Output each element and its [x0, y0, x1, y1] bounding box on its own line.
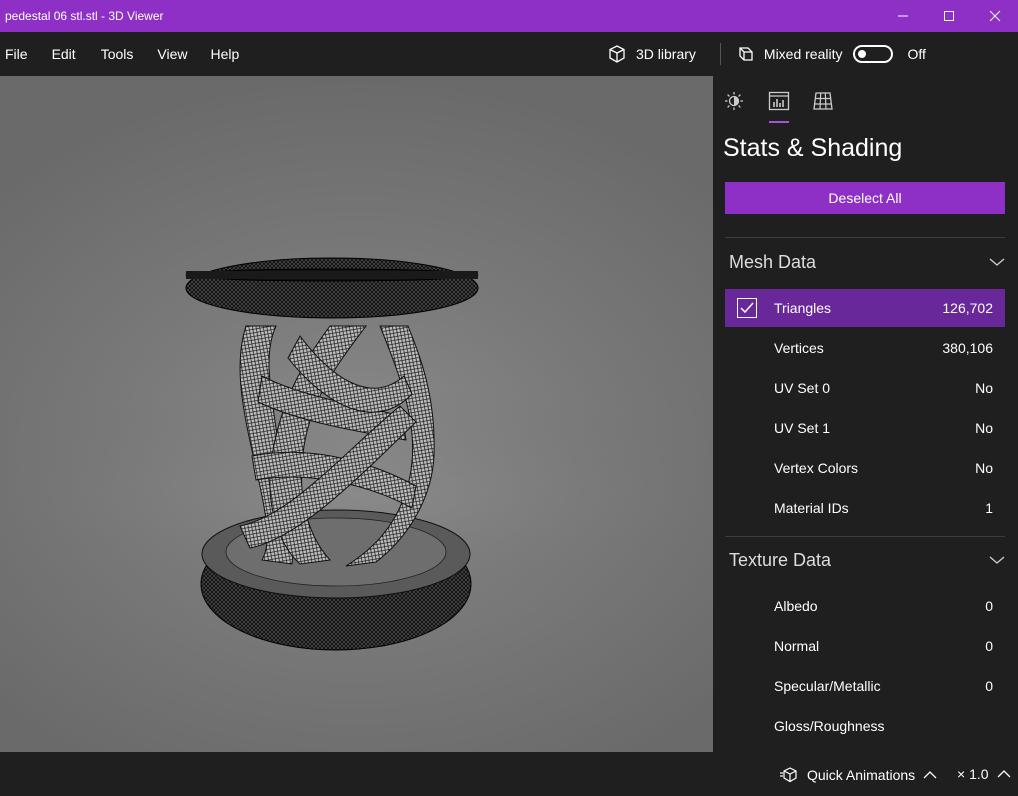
active-tab-indicator	[769, 121, 789, 123]
menu-view[interactable]: View	[157, 46, 187, 62]
chevron-up-icon	[997, 770, 1010, 778]
row-name: Vertex Colors	[774, 460, 859, 476]
row-value: 126,702	[942, 300, 993, 316]
row-value: 0	[985, 678, 993, 694]
toggle-knob	[857, 50, 866, 58]
row-name: Material IDs	[774, 500, 849, 516]
maximize-button[interactable]	[926, 0, 972, 32]
mixed-reality-icon	[739, 47, 753, 61]
tab-grid[interactable]	[812, 90, 834, 112]
tab-lighting[interactable]	[723, 90, 745, 112]
stats-panel: Stats & Shading Deselect All Mesh Data T…	[713, 76, 1018, 752]
animation-cube-icon	[780, 767, 797, 783]
sun-icon	[725, 92, 743, 110]
menu-help[interactable]: Help	[210, 46, 239, 62]
row-name: Triangles	[774, 300, 832, 316]
chevron-up-icon	[923, 771, 937, 779]
texture-row-normal[interactable]: Normal 0	[725, 627, 1005, 665]
menu-tools[interactable]: Tools	[101, 46, 134, 62]
title-bar: pedestal 06 stl.stl - 3D Viewer	[0, 0, 1018, 32]
deselect-all-button[interactable]: Deselect All	[725, 182, 1005, 214]
texture-row-gloss-roughness[interactable]: Gloss/Roughness	[725, 707, 1005, 745]
minimize-button[interactable]	[880, 0, 926, 32]
quick-animations-button[interactable]: Quick Animations	[780, 766, 937, 784]
maximize-icon	[944, 11, 954, 21]
row-value: No	[975, 460, 993, 476]
minimize-icon	[898, 15, 908, 17]
row-name: Gloss/Roughness	[774, 718, 885, 734]
3d-library-label: 3D library	[636, 46, 696, 62]
menu-file[interactable]: File	[5, 46, 28, 62]
mesh-row-uv-set-0[interactable]: UV Set 0 No	[725, 369, 1005, 407]
row-value: 0	[985, 598, 993, 614]
close-icon	[989, 10, 1001, 22]
row-value: No	[975, 420, 993, 436]
row-name: UV Set 0	[774, 380, 831, 396]
texture-row-albedo[interactable]: Albedo 0	[725, 587, 1005, 625]
close-button[interactable]	[972, 0, 1018, 32]
row-name: UV Set 1	[774, 420, 831, 436]
texture-data-header[interactable]: Texture Data	[729, 545, 1005, 575]
texture-row-specular-metallic[interactable]: Specular/Metallic 0	[725, 667, 1005, 705]
cube-icon	[609, 45, 625, 63]
mesh-data-title: Mesh Data	[729, 251, 817, 272]
toolbar-divider	[719, 43, 721, 65]
row-name: Albedo	[774, 598, 818, 614]
mesh-data-header[interactable]: Mesh Data	[729, 247, 1005, 277]
mesh-row-triangles[interactable]: Triangles 126,702	[725, 289, 1005, 327]
divider	[725, 536, 1005, 537]
row-name: Specular/Metallic	[774, 678, 881, 694]
chevron-down-icon	[989, 258, 1005, 266]
chevron-down-icon	[989, 556, 1005, 564]
mesh-row-vertices[interactable]: Vertices 380,106	[725, 329, 1005, 367]
row-value: 1	[985, 500, 993, 516]
row-value: 0	[985, 638, 993, 654]
mixed-reality-toggle[interactable]	[852, 45, 893, 63]
quick-animations-label: Quick Animations	[807, 767, 916, 783]
row-value: 380,106	[942, 340, 993, 356]
mesh-row-vertex-colors[interactable]: Vertex Colors No	[725, 449, 1005, 487]
menu-edit[interactable]: Edit	[52, 46, 76, 62]
mesh-row-uv-set-1[interactable]: UV Set 1 No	[725, 409, 1005, 447]
divider	[725, 237, 1005, 238]
triangles-checkbox[interactable]	[737, 298, 757, 318]
row-name: Vertices	[774, 340, 824, 356]
mixed-reality-label: Mixed reality	[763, 46, 843, 62]
row-value: No	[975, 380, 993, 396]
tab-stats[interactable]	[768, 90, 790, 112]
checkmark-icon	[740, 302, 754, 314]
window-title: pedestal 06 stl.stl - 3D Viewer	[5, 9, 164, 23]
grid-icon	[813, 92, 833, 110]
mixed-reality-state: Off	[907, 46, 926, 62]
mesh-row-material-ids[interactable]: Material IDs 1	[725, 489, 1005, 527]
mixed-reality-button[interactable]: Mixed reality Off	[736, 44, 926, 64]
panel-title: Stats & Shading	[723, 134, 903, 162]
3d-viewport[interactable]	[0, 76, 713, 752]
row-name: Normal	[774, 638, 820, 654]
status-bar: Quick Animations × 1.0	[0, 752, 1018, 796]
3d-library-button[interactable]: 3D library	[607, 44, 696, 64]
texture-data-title: Texture Data	[729, 549, 832, 570]
speed-selector[interactable]: × 1.0	[957, 766, 1011, 782]
stats-chart-icon	[768, 91, 790, 111]
pedestal-model	[0, 257, 713, 651]
menu-bar: File Edit Tools View Help 3D library Mix…	[0, 32, 1018, 76]
speed-label: × 1.0	[957, 766, 989, 782]
panel-tabs	[713, 76, 1018, 124]
